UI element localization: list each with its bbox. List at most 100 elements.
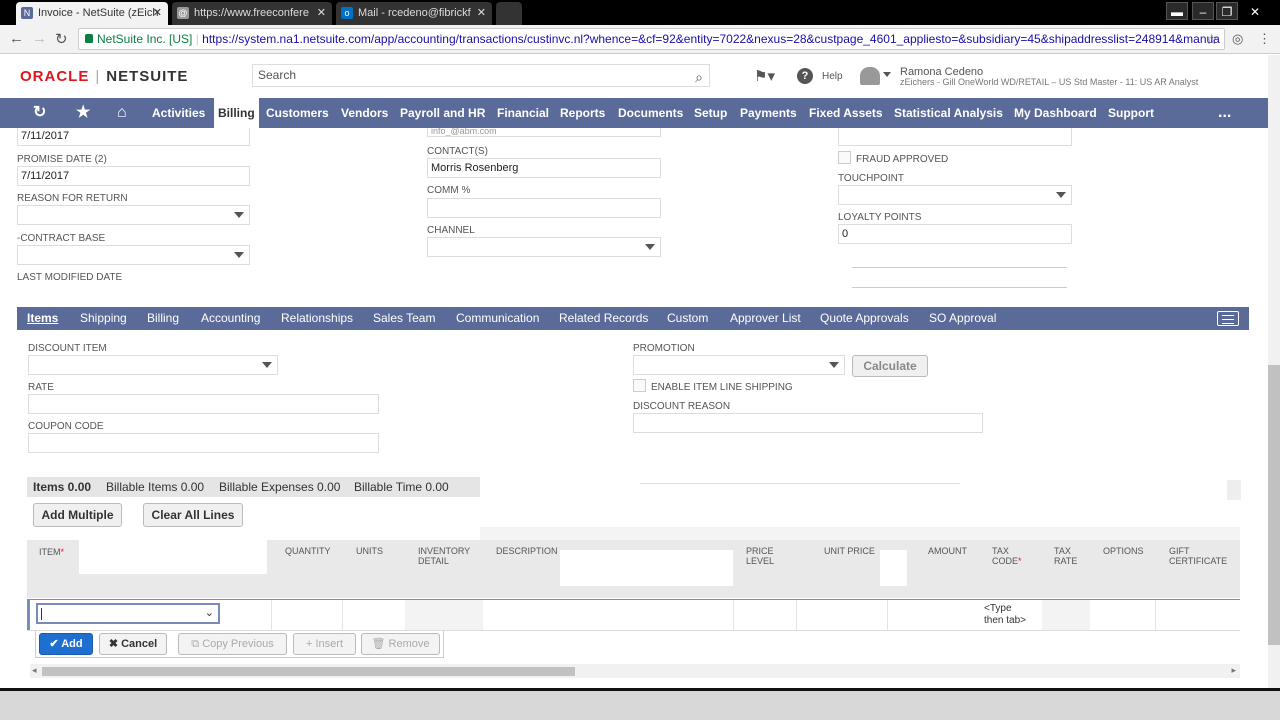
subtab-quote-approvals[interactable]: Quote Approvals (820, 307, 909, 330)
taskbar (0, 688, 1280, 720)
subtab-communication[interactable]: Communication (456, 307, 539, 330)
maximize-icon[interactable]: ❐ (1216, 2, 1238, 20)
menu-my-dashboard[interactable]: My Dashboard (1014, 98, 1097, 128)
browser-tab-invoice[interactable]: N Invoice - NetSuite (zEich ✕ (16, 2, 168, 25)
subtab-sales-team[interactable]: Sales Team (373, 307, 435, 330)
contract-base-select[interactable] (17, 245, 250, 265)
chevron-down-icon[interactable]: ⌄ (205, 606, 214, 620)
loyalty-points-field[interactable]: 0 (838, 224, 1072, 244)
oracle-netsuite-logo[interactable]: ORACLE | NETSUITE (20, 68, 188, 85)
chevron-down-icon[interactable] (883, 72, 891, 77)
menu-reports[interactable]: Reports (560, 98, 605, 128)
reason-for-return-select[interactable] (17, 205, 250, 225)
reload-icon[interactable]: ↻ (55, 30, 68, 48)
promise-date-field[interactable]: 7/11/2017 (17, 166, 250, 186)
discount-item-select[interactable] (28, 355, 278, 375)
cancel-line-button[interactable]: ✖ Cancel (99, 633, 167, 655)
date-field-partial[interactable]: 7/11/2017 (17, 128, 250, 146)
enable-item-line-shipping-checkbox[interactable] (633, 379, 646, 392)
forward-icon[interactable]: → (32, 30, 47, 47)
email-field-partial[interactable]: info_@abm.com (427, 128, 661, 137)
divider (852, 267, 1067, 268)
menu-vendors[interactable]: Vendors (341, 98, 388, 128)
item-select-input[interactable]: ⌄ (36, 603, 220, 624)
new-tab-button[interactable] (496, 2, 522, 25)
more-menu-icon[interactable]: ... (1218, 98, 1231, 128)
copy-previous-button[interactable]: ⧉ Copy Previous (178, 633, 287, 655)
user-role-switcher[interactable]: Ramona Cedeno zEichers - Gill OneWorld W… (900, 67, 1198, 88)
subtab-shipping[interactable]: Shipping (80, 307, 127, 330)
subtab-related-records[interactable]: Related Records (559, 307, 648, 330)
subtab-menu-icon[interactable] (1217, 311, 1239, 326)
inventory-detail-cell[interactable] (405, 600, 483, 630)
tab-title: https://www.freeconfere (194, 7, 309, 19)
scroll-left-icon[interactable]: ◂ (32, 665, 37, 676)
subtab-relationships[interactable]: Relationships (281, 307, 353, 330)
recent-records-icon[interactable]: ⚑▾ (754, 67, 775, 85)
close-icon[interactable]: ✕ (477, 2, 486, 24)
subtab-approver-list[interactable]: Approver List (730, 307, 801, 330)
fraud-approved-checkbox[interactable] (838, 151, 851, 164)
global-search-input[interactable]: Search ⌕ (252, 64, 710, 87)
menu-payments[interactable]: Payments (740, 98, 797, 128)
minimize-icon[interactable]: – (1192, 2, 1214, 20)
subtab-custom[interactable]: Custom (667, 307, 708, 330)
add-line-button[interactable]: ✔ Add (39, 633, 93, 655)
bookmark-star-icon[interactable]: ☆ (1205, 29, 1218, 49)
browser-tab-freeconference[interactable]: @ https://www.freeconfere ✕ (172, 2, 332, 25)
menu-support[interactable]: Support (1108, 98, 1154, 128)
window-close-icon[interactable]: ✕ (1244, 2, 1266, 20)
subtab-items[interactable]: Items (27, 307, 58, 330)
help-link[interactable]: Help (822, 71, 843, 82)
channel-select[interactable] (427, 237, 661, 257)
avatar[interactable] (860, 67, 880, 85)
billable-expenses-total[interactable]: Billable Expenses 0.00 (219, 477, 340, 497)
comm-percent-field[interactable] (427, 198, 661, 218)
url-input[interactable]: NetSuite Inc. [US] | https://system.na1.… (78, 28, 1225, 50)
subtab-billing[interactable]: Billing (147, 307, 179, 330)
rate-field[interactable] (28, 394, 379, 414)
coupon-code-field[interactable] (28, 433, 379, 453)
menu-statistical-analysis[interactable]: Statistical Analysis (894, 98, 1003, 128)
insert-line-button[interactable]: + Insert (293, 633, 356, 655)
menu-activities[interactable]: Activities (152, 98, 205, 128)
col-price-level: PRICE LEVEL (746, 546, 775, 566)
menu-payroll-hr[interactable]: Payroll and HR (400, 98, 485, 128)
chrome-menu-icon[interactable]: ⋮ (1258, 31, 1271, 47)
back-icon[interactable]: ← (9, 30, 24, 47)
scroll-right-icon[interactable]: ▸ (1231, 665, 1236, 676)
menu-billing[interactable]: Billing (214, 98, 259, 128)
close-icon[interactable]: ✕ (317, 2, 326, 24)
tax-code-cell[interactable]: <Type then tab> (984, 603, 1026, 627)
right-field-partial[interactable] (838, 128, 1072, 146)
billable-time-total[interactable]: Billable Time 0.00 (354, 477, 449, 497)
vertical-scrollbar-thumb[interactable] (1268, 365, 1280, 645)
favorites-star-icon[interactable]: ★ (76, 98, 90, 128)
calculate-button[interactable]: Calculate (852, 355, 928, 377)
billable-items-total[interactable]: Billable Items 0.00 (106, 477, 204, 497)
close-icon[interactable]: ✕ (153, 2, 162, 24)
search-icon[interactable]: ⌕ (695, 67, 703, 88)
menu-customers[interactable]: Customers (266, 98, 329, 128)
discount-reason-field[interactable] (633, 413, 983, 433)
browser-tab-mail[interactable]: o Mail - rcedeno@fibrickf ✕ (336, 2, 492, 25)
menu-setup[interactable]: Setup (694, 98, 727, 128)
items-total[interactable]: Items 0.00 (33, 477, 91, 497)
horizontal-scrollbar-thumb[interactable] (42, 667, 575, 676)
extension-icon[interactable]: ◎ (1232, 31, 1243, 47)
home-icon[interactable]: ⌂ (117, 98, 127, 128)
remove-line-button[interactable]: 🗑 Remove (361, 633, 440, 655)
menu-documents[interactable]: Documents (618, 98, 683, 128)
menu-fixed-assets[interactable]: Fixed Assets (809, 98, 883, 128)
recent-icon[interactable]: ↻ (33, 98, 46, 128)
touchpoint-select[interactable] (838, 185, 1072, 205)
subtab-so-approval[interactable]: SO Approval (929, 307, 996, 330)
contacts-field[interactable]: Morris Rosenberg (427, 158, 661, 178)
help-icon[interactable]: ? (797, 68, 813, 84)
clear-all-lines-button[interactable]: Clear All Lines (143, 503, 243, 527)
menu-financial[interactable]: Financial (497, 98, 549, 128)
subtab-accounting[interactable]: Accounting (201, 307, 260, 330)
user-icon[interactable]: ▬ (1166, 2, 1188, 20)
add-multiple-button[interactable]: Add Multiple (33, 503, 122, 527)
promotion-select[interactable] (633, 355, 845, 375)
